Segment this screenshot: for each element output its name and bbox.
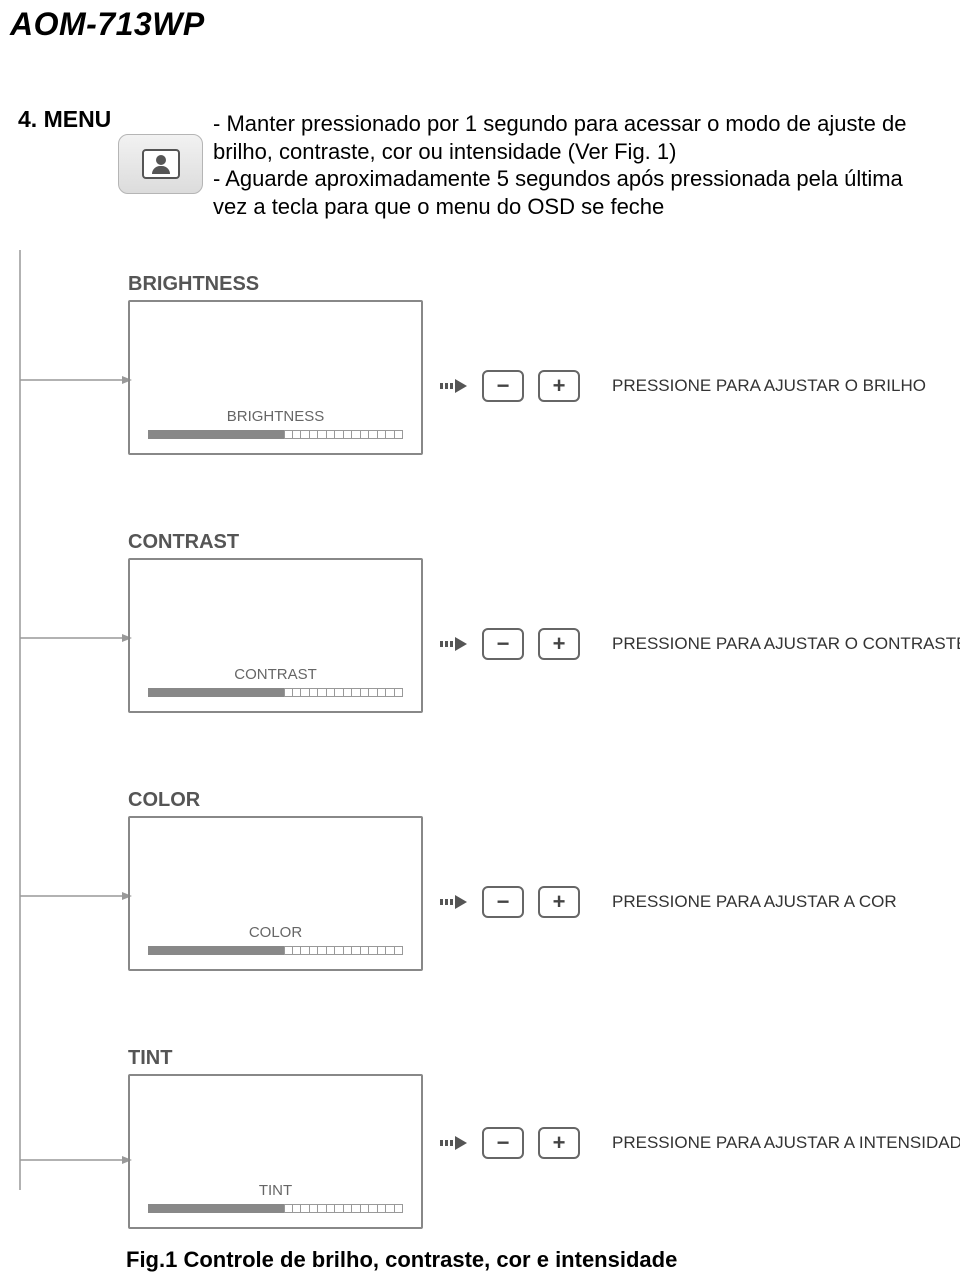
person-screen-icon <box>142 149 180 179</box>
flow-connector <box>0 250 140 1250</box>
contrast-hint: PRESSIONE PARA AJUSTAR O CONTRASTE <box>612 634 960 654</box>
osd-brightness-title: BRIGHTNESS <box>128 273 423 296</box>
brightness-hint: PRESSIONE PARA AJUSTAR O BRILHO <box>612 376 926 396</box>
doc-title: AOM-713WP <box>10 6 205 43</box>
menu-description: - Manter pressionado por 1 segundo para … <box>213 110 910 220</box>
section-heading-menu: 4. MENU <box>18 106 111 133</box>
osd-color-inner-label: COLOR <box>249 924 302 941</box>
osd-color-slider <box>148 946 403 955</box>
osd-brightness-group: BRIGHTNESS BRIGHTNESS <box>128 273 423 455</box>
minus-button[interactable]: − <box>482 628 524 660</box>
osd-contrast-slider <box>148 688 403 697</box>
contrast-controls: − + PRESSIONE PARA AJUSTAR O CONTRASTE <box>440 628 960 660</box>
color-hint: PRESSIONE PARA AJUSTAR A COR <box>612 892 897 912</box>
osd-brightness-inner-label: BRIGHTNESS <box>227 408 325 425</box>
osd-tint-inner-label: TINT <box>259 1182 292 1199</box>
osd-color-title: COLOR <box>128 789 423 812</box>
brightness-controls: − + PRESSIONE PARA AJUSTAR O BRILHO <box>440 370 926 402</box>
arrow-right-icon <box>440 379 468 393</box>
osd-color-group: COLOR COLOR <box>128 789 423 971</box>
osd-brightness-slider <box>148 430 403 439</box>
minus-button[interactable]: − <box>482 370 524 402</box>
color-controls: − + PRESSIONE PARA AJUSTAR A COR <box>440 886 897 918</box>
menu-button[interactable] <box>118 134 203 194</box>
osd-tint-title: TINT <box>128 1047 423 1070</box>
plus-button[interactable]: + <box>538 1127 580 1159</box>
plus-button[interactable]: + <box>538 370 580 402</box>
arrow-right-icon <box>440 1136 468 1150</box>
osd-tint-group: TINT TINT <box>128 1047 423 1229</box>
tint-hint: PRESSIONE PARA AJUSTAR A INTENSIDADE <box>612 1133 960 1153</box>
osd-contrast-inner-label: CONTRAST <box>234 666 317 683</box>
arrow-right-icon <box>440 637 468 651</box>
minus-button[interactable]: − <box>482 1127 524 1159</box>
osd-brightness-box: BRIGHTNESS <box>128 300 423 455</box>
osd-contrast-group: CONTRAST CONTRAST <box>128 531 423 713</box>
minus-button[interactable]: − <box>482 886 524 918</box>
osd-contrast-box: CONTRAST <box>128 558 423 713</box>
osd-tint-slider <box>148 1204 403 1213</box>
tint-controls: − + PRESSIONE PARA AJUSTAR A INTENSIDADE <box>440 1127 960 1159</box>
figure-caption: Fig.1 Controle de brilho, contraste, cor… <box>126 1247 677 1273</box>
plus-button[interactable]: + <box>538 886 580 918</box>
osd-tint-box: TINT <box>128 1074 423 1229</box>
osd-color-box: COLOR <box>128 816 423 971</box>
osd-contrast-title: CONTRAST <box>128 531 423 554</box>
plus-button[interactable]: + <box>538 628 580 660</box>
arrow-right-icon <box>440 895 468 909</box>
